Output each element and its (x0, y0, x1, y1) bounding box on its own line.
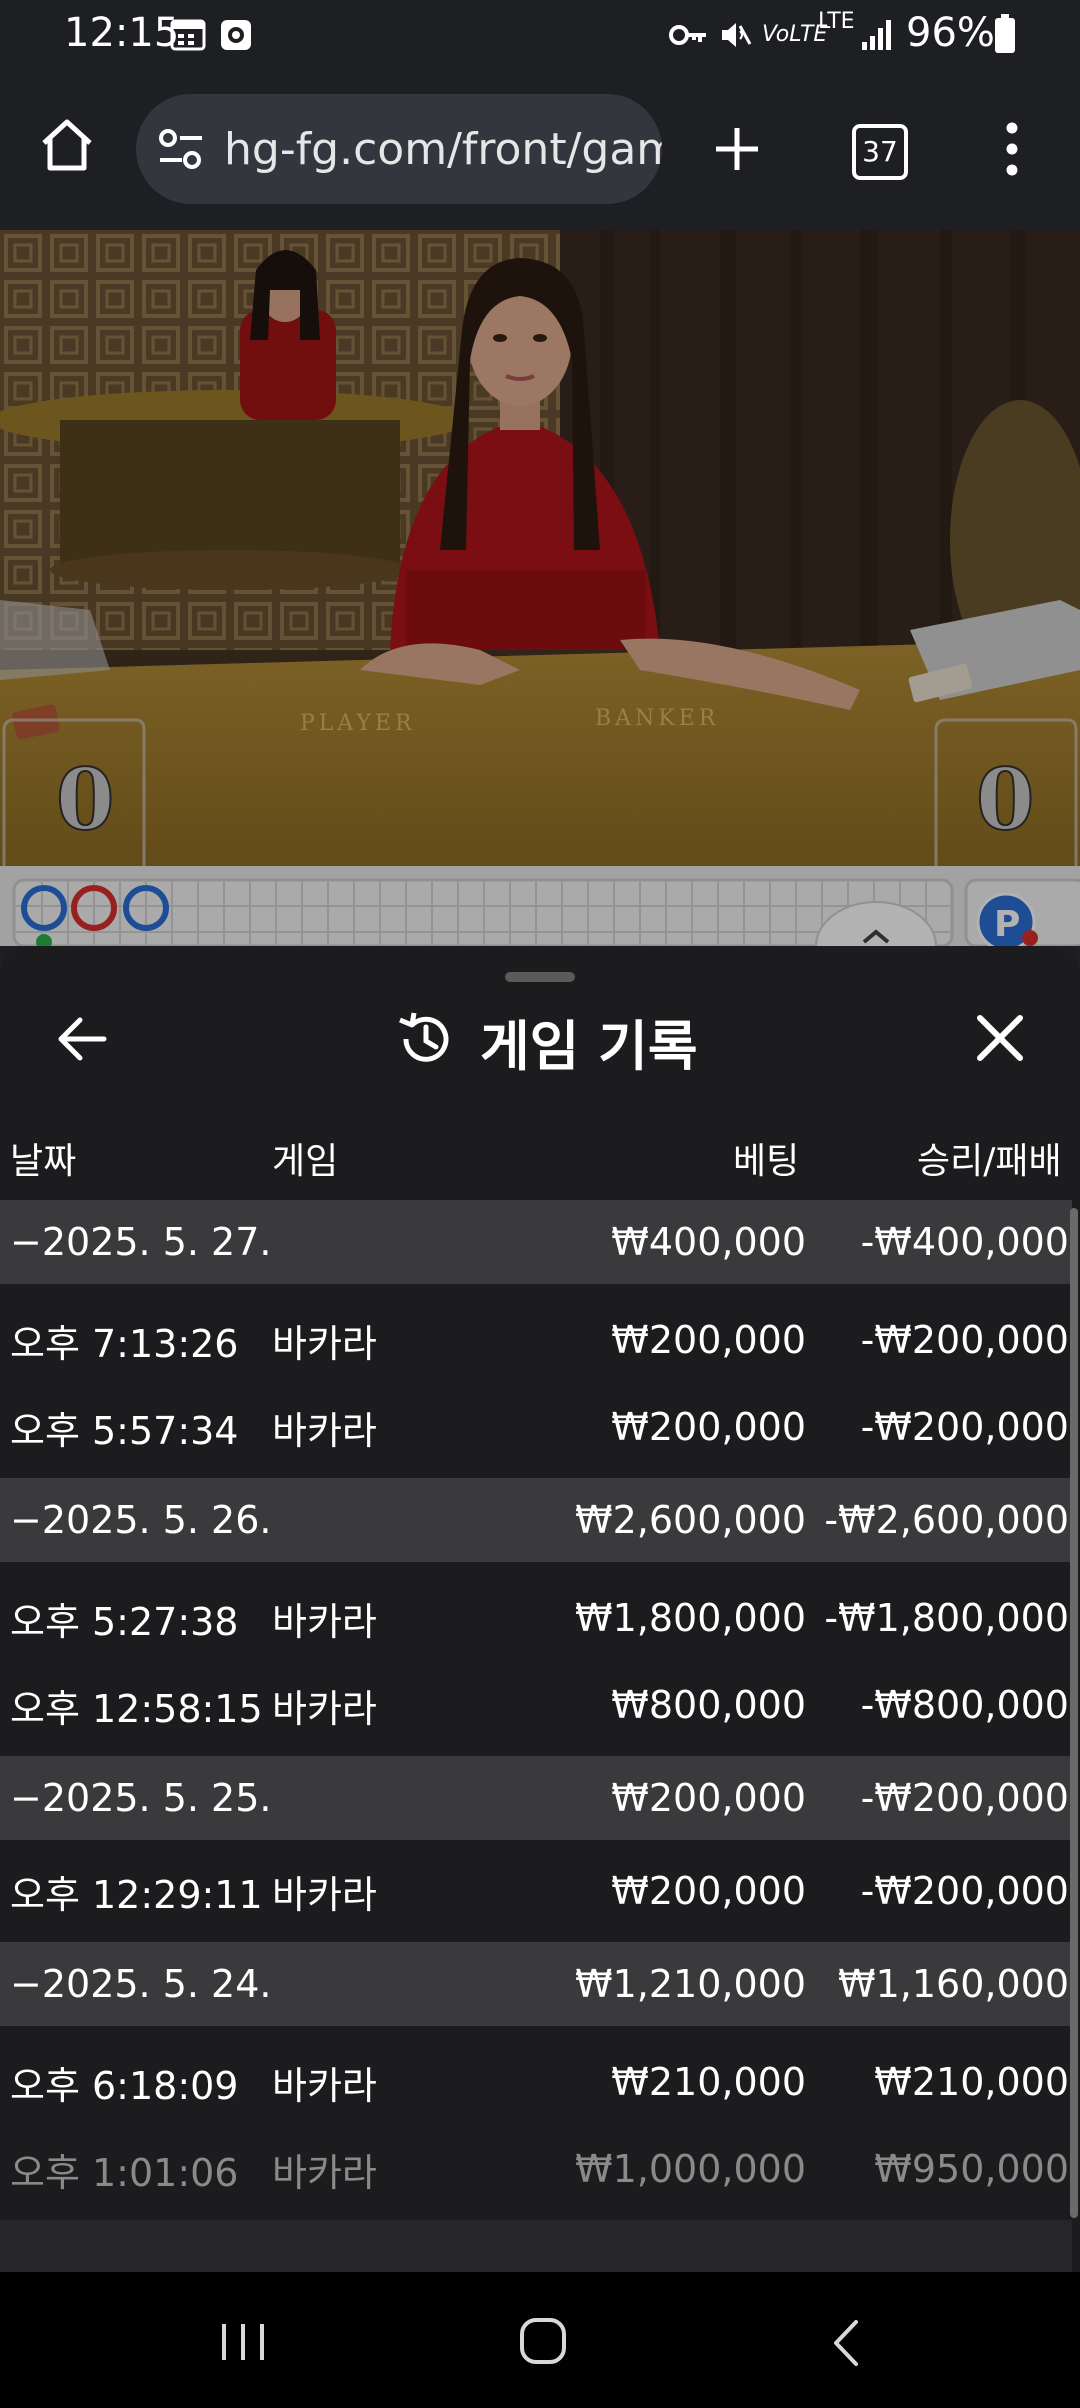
history-row[interactable]: 오후 12:29:11 바카라 ₩200,000 -₩200,000 (0, 1850, 1072, 1932)
row-win-loss: -₩200,000 (860, 1869, 1069, 1913)
row-time: 오후 7:13:26 (10, 1321, 239, 1366)
history-icon (399, 1012, 449, 1062)
group-win-loss-total: -₩2,600,000 (824, 1498, 1069, 1542)
history-row[interactable]: 오후 6:18:09 바카라 ₩210,000 ₩210,000 (0, 2036, 1072, 2128)
url-text[interactable]: hg-fg.com/front/gam (224, 124, 662, 175)
battery-icon (995, 14, 1015, 53)
mute-icon (722, 23, 752, 47)
column-header-win-loss: 승리/패배 (917, 1141, 1062, 1182)
row-time: 오후 5:57:34 (10, 1408, 239, 1453)
key-icon (669, 25, 706, 45)
signal-icon (862, 20, 891, 50)
row-win-loss: ₩950,000 (874, 2147, 1069, 2191)
system-nav-bar (0, 2272, 1080, 2408)
group-date: −2025. 5. 27. (10, 1220, 272, 1264)
group-win-loss-total: ₩1,160,000 (838, 1962, 1069, 2006)
back-nav-icon[interactable] (828, 2318, 862, 2368)
date-group-row[interactable]: −2025. 5. 26. ₩2,600,000 -₩2,600,000 (0, 1478, 1072, 1562)
history-row[interactable]: 오후 5:27:38 바카라 ₩1,800,000 -₩1,800,000 (0, 1572, 1072, 1664)
row-time: 오후 5:27:38 (10, 1599, 239, 1644)
group-date: −2025. 5. 24. (10, 1962, 272, 2006)
date-group-row-partial[interactable] (0, 2220, 1072, 2272)
row-bet: ₩200,000 (611, 1869, 806, 1913)
sheet-drag-handle[interactable] (505, 972, 575, 982)
row-win-loss: -₩200,000 (860, 1405, 1069, 1449)
battery-percent: 96% (906, 10, 995, 56)
group-date: −2025. 5. 26. (10, 1498, 272, 1542)
row-win-loss: -₩200,000 (860, 1318, 1069, 1362)
row-win-loss: -₩800,000 (860, 1683, 1069, 1727)
row-bet: ₩1,000,000 (575, 2147, 806, 2191)
address-bar[interactable]: hg-fg.com/front/gam (136, 94, 662, 204)
history-row[interactable]: 오후 12:58:15 바카라 ₩800,000 -₩800,000 (0, 1664, 1072, 1746)
lte-indicator: LTE (818, 9, 855, 34)
row-win-loss: ₩210,000 (874, 2060, 1069, 2104)
row-game: 바카라 (272, 2063, 377, 2108)
history-row[interactable]: 오후 1:01:06 바카라 ₩1,000,000 ₩950,000 (0, 2128, 1072, 2210)
history-row[interactable]: 오후 5:57:34 바카라 ₩200,000 -₩200,000 (0, 1386, 1072, 1468)
tune-icon[interactable] (158, 128, 204, 172)
row-game: 바카라 (272, 1408, 377, 1453)
row-bet: ₩200,000 (611, 1405, 806, 1449)
row-game: 바카라 (272, 1321, 377, 1366)
row-time: 오후 6:18:09 (10, 2063, 239, 2108)
tab-switcher-button[interactable]: 37 (852, 124, 908, 180)
row-win-loss: -₩1,800,000 (824, 1596, 1069, 1640)
sheet-title: 게임 기록 (480, 1015, 698, 1078)
app-notification-icon (221, 20, 251, 50)
group-date: −2025. 5. 25. (10, 1776, 272, 1820)
row-bet: ₩210,000 (611, 2060, 806, 2104)
row-game: 바카라 (272, 1872, 377, 1917)
row-game: 바카라 (272, 1599, 377, 1644)
home-nav-icon[interactable] (518, 2316, 568, 2366)
group-bet-total: ₩200,000 (611, 1776, 806, 1820)
status-time: 12:15 (64, 10, 180, 56)
group-bet-total: ₩400,000 (611, 1220, 806, 1264)
row-game: 바카라 (272, 2150, 377, 2195)
browser-toolbar: hg-fg.com/front/gam 37 (0, 70, 1080, 230)
row-time: 오후 12:58:15 (10, 1686, 263, 1731)
row-time: 오후 12:29:11 (10, 1872, 263, 1917)
arrow-left-icon[interactable] (56, 1014, 108, 1064)
more-vert-icon[interactable] (1000, 120, 1024, 178)
plus-icon[interactable] (712, 124, 762, 174)
group-bet-total: ₩1,210,000 (575, 1962, 806, 2006)
group-win-loss-total: -₩200,000 (860, 1776, 1069, 1820)
game-history-sheet: 게임 기록 날짜 게임 베팅 승리/패배 −2025. 5. 27. ₩400,… (0, 946, 1080, 2272)
calendar-icon (170, 19, 206, 51)
status-bar: 12:15 VoLTE LTE 96% (0, 0, 1080, 70)
close-icon[interactable] (974, 1012, 1026, 1064)
history-scrollbar[interactable] (1070, 1208, 1078, 2218)
home-icon[interactable] (38, 116, 96, 174)
row-game: 바카라 (272, 1686, 377, 1731)
row-bet: ₩200,000 (611, 1318, 806, 1362)
row-bet: ₩800,000 (611, 1683, 806, 1727)
history-row[interactable]: 오후 7:13:26 바카라 ₩200,000 -₩200,000 (0, 1294, 1072, 1386)
screen: 12:15 VoLTE LTE 96% hg-fg.com/front/gam … (0, 0, 1080, 2408)
group-bet-total: ₩2,600,000 (575, 1498, 806, 1542)
group-win-loss-total: -₩400,000 (860, 1220, 1069, 1264)
history-table: −2025. 5. 27. ₩400,000 -₩400,000 오후 7:13… (0, 1200, 1072, 2272)
recent-apps-icon[interactable] (218, 2320, 268, 2364)
date-group-row[interactable]: −2025. 5. 27. ₩400,000 -₩400,000 (0, 1200, 1072, 1284)
row-time: 오후 1:01:06 (10, 2150, 239, 2195)
date-group-row[interactable]: −2025. 5. 24. ₩1,210,000 ₩1,160,000 (0, 1942, 1072, 2026)
column-header-game: 게임 (272, 1141, 339, 1182)
column-header-date: 날짜 (10, 1141, 77, 1182)
row-bet: ₩1,800,000 (575, 1596, 806, 1640)
date-group-row[interactable]: −2025. 5. 25. ₩200,000 -₩200,000 (0, 1756, 1072, 1840)
column-header-bet: 베팅 (733, 1141, 800, 1182)
backdrop-dim[interactable] (0, 230, 1080, 946)
